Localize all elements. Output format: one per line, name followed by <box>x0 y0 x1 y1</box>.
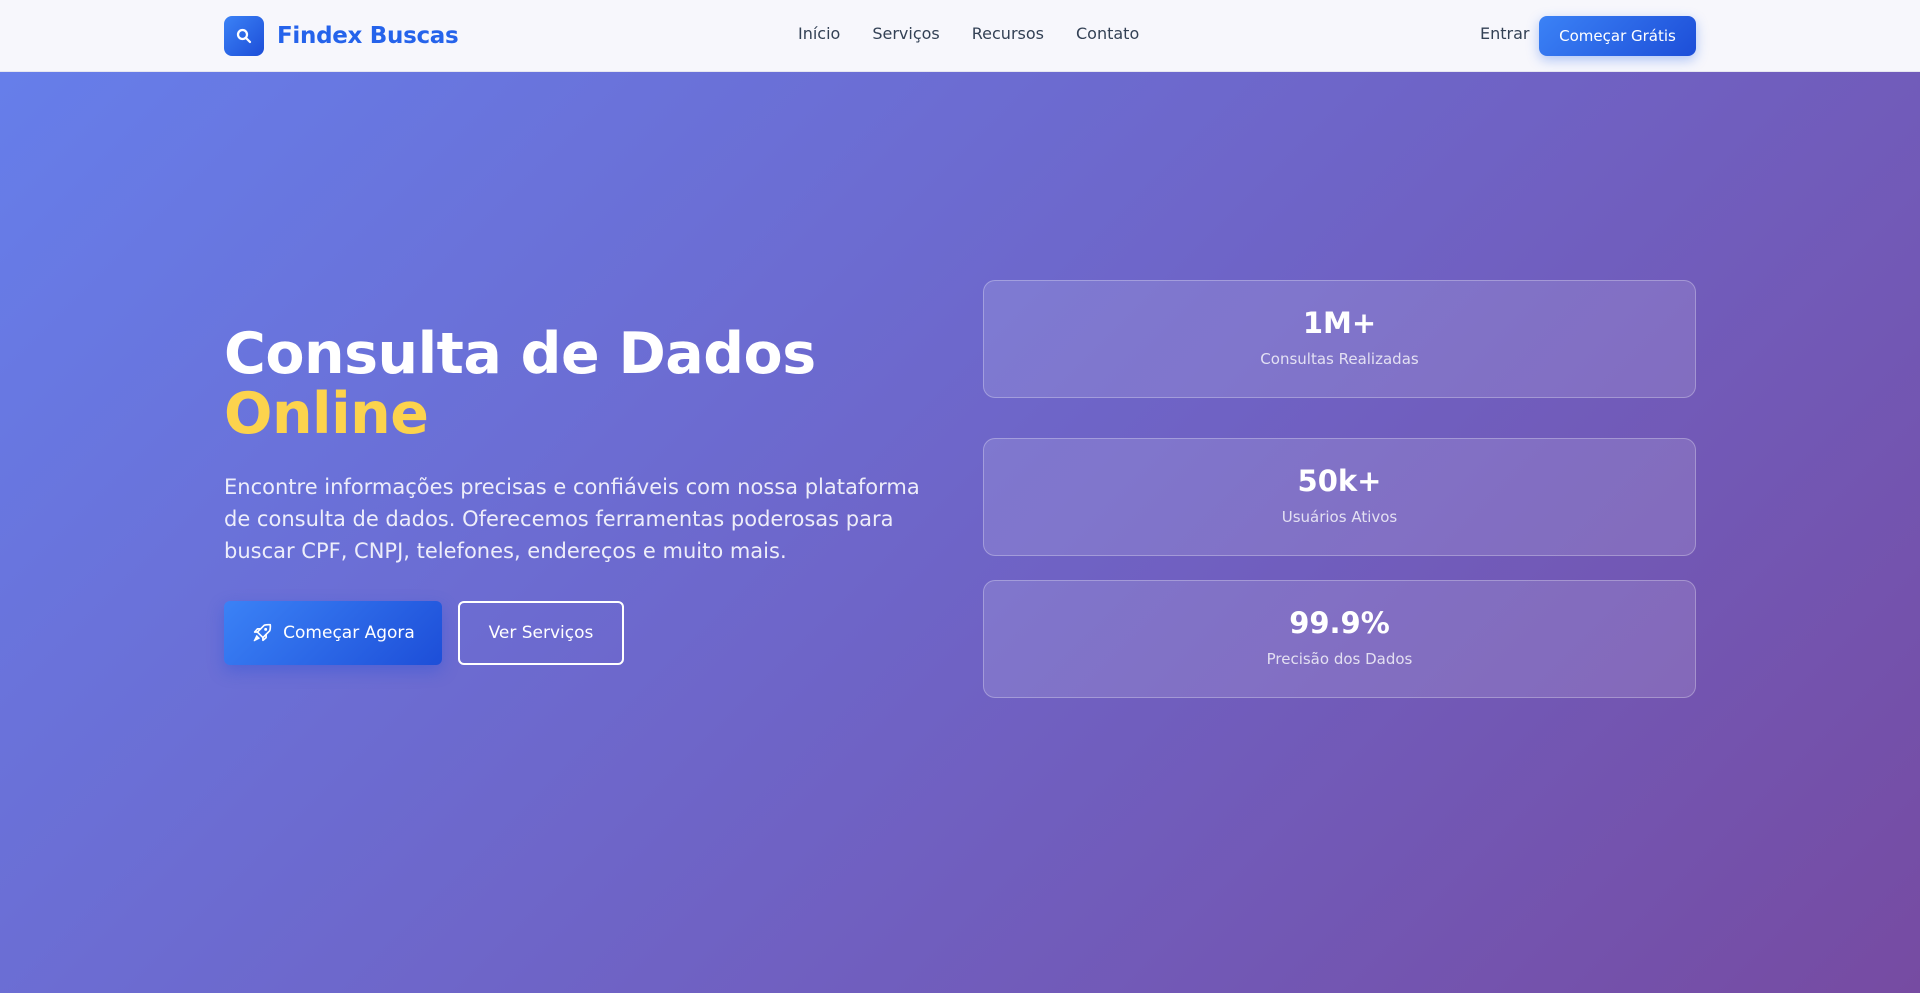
brand-logo[interactable]: Findex Buscas <box>224 16 459 56</box>
stat-value: 50k+ <box>1297 464 1382 498</box>
start-now-button[interactable]: Começar Agora <box>224 601 442 665</box>
stat-card-users: 50k+ Usuários Ativos <box>983 438 1696 556</box>
nav-link-inicio[interactable]: Início <box>798 24 840 43</box>
hero-title: Consulta de Dados Online <box>224 324 944 444</box>
stat-value: 99.9% <box>1289 606 1390 640</box>
hero-description: Encontre informações precisas e confiáve… <box>224 475 920 563</box>
view-services-button[interactable]: Ver Serviços <box>458 601 624 665</box>
search-icon <box>224 16 264 56</box>
hero-title-main: Consulta de Dados <box>224 321 816 387</box>
rocket-icon <box>251 622 273 644</box>
hero-title-accent: Online <box>224 381 429 447</box>
stat-label: Usuários Ativos <box>1281 508 1398 526</box>
stat-label: Consultas Realizadas <box>1260 350 1419 368</box>
stat-card-queries: 1M+ Consultas Realizadas <box>983 280 1696 398</box>
main-nav: Início Serviços Recursos Contato <box>798 24 1139 43</box>
nav-link-recursos[interactable]: Recursos <box>972 24 1044 43</box>
stat-label: Precisão dos Dados <box>1266 650 1413 668</box>
start-now-label: Começar Agora <box>283 623 415 643</box>
brand-name: Findex Buscas <box>277 23 459 49</box>
login-link[interactable]: Entrar <box>1480 24 1529 43</box>
hero-section: Consulta de Dados Online Encontre inform… <box>0 72 1920 993</box>
site-header: Findex Buscas Início Serviços Recursos C… <box>0 0 1920 72</box>
nav-link-servicos[interactable]: Serviços <box>872 24 939 43</box>
nav-link-contato[interactable]: Contato <box>1076 24 1139 43</box>
start-free-button[interactable]: Começar Grátis <box>1539 16 1696 56</box>
stat-card-accuracy: 99.9% Precisão dos Dados <box>983 580 1696 698</box>
stat-value: 1M+ <box>1302 306 1377 340</box>
